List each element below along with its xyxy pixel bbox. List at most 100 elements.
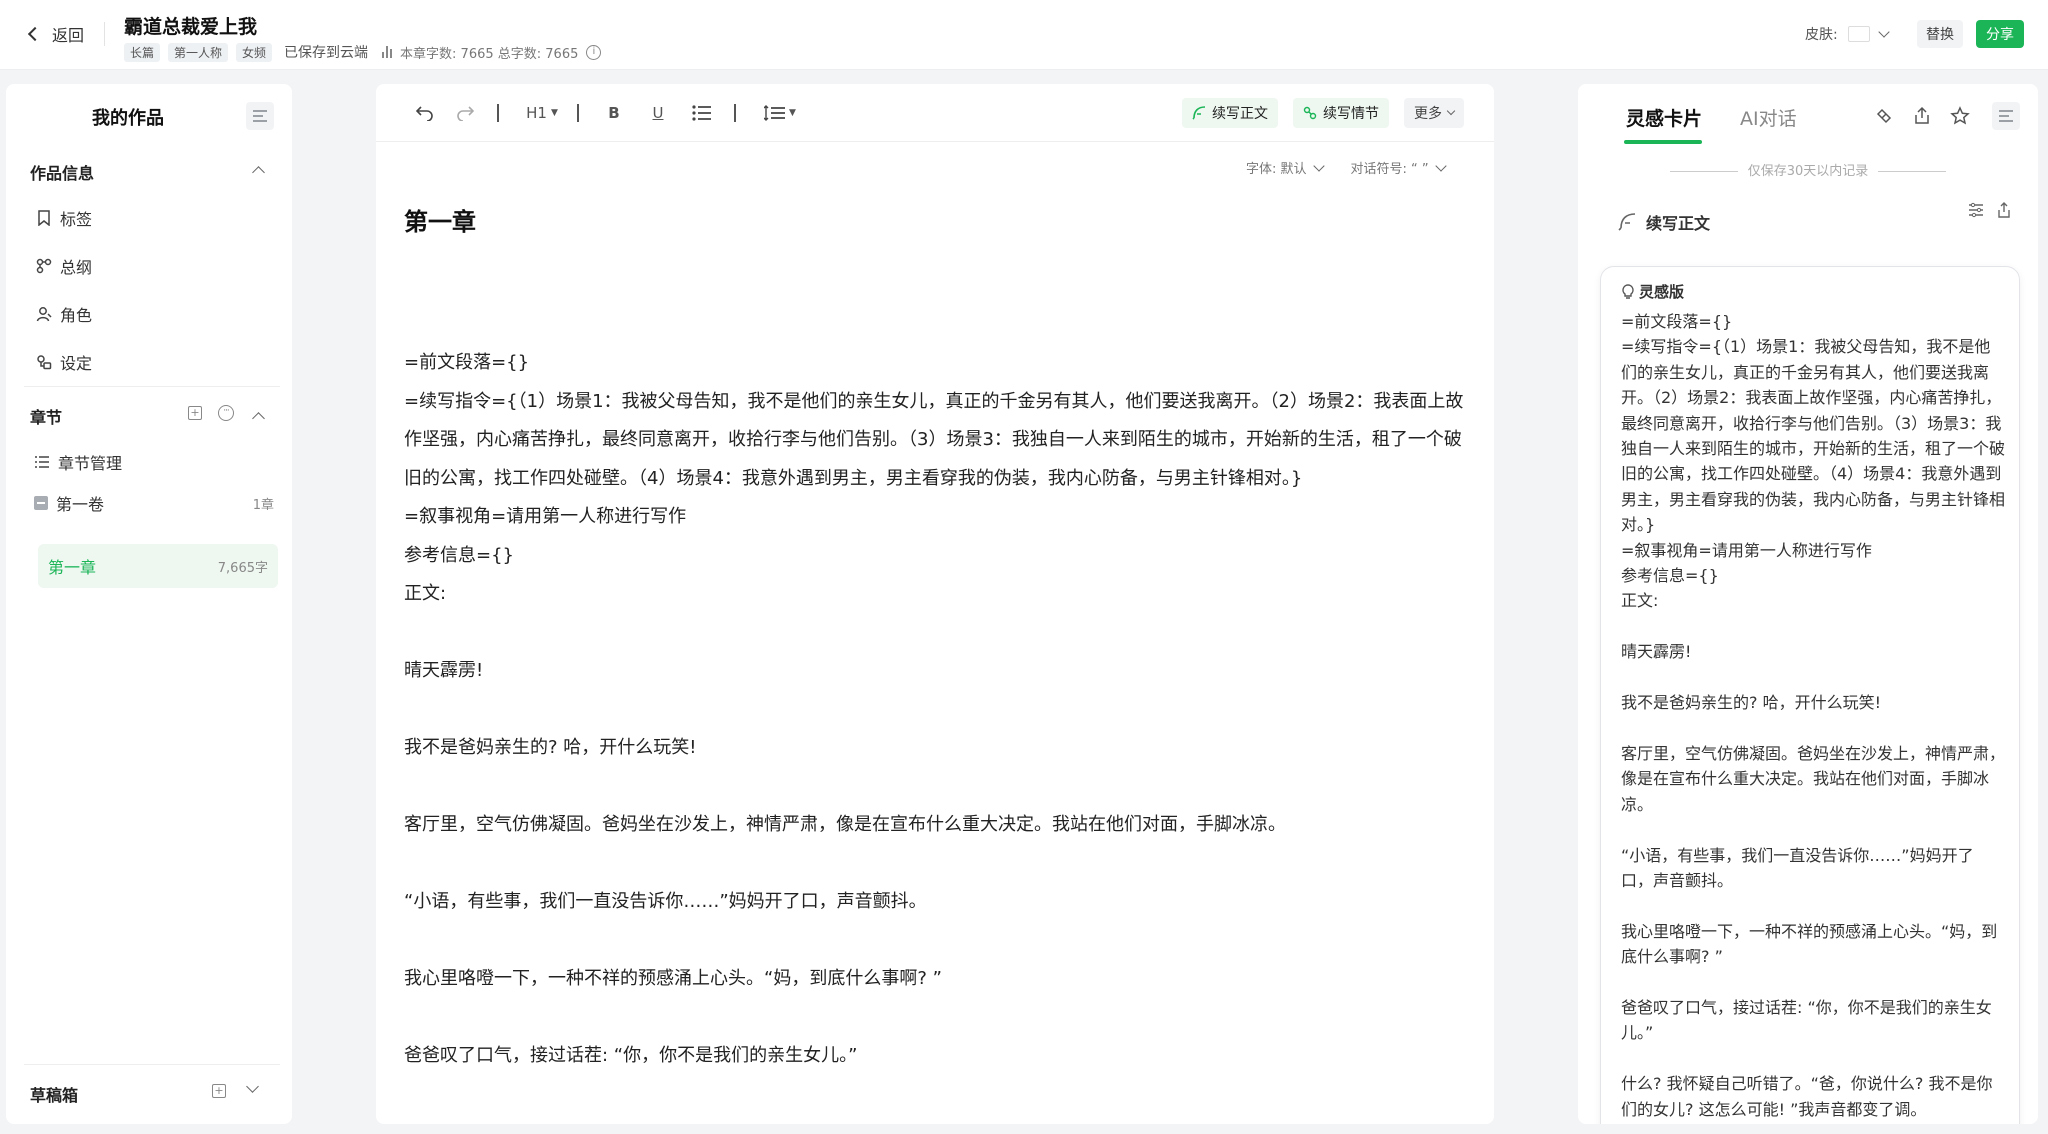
sidebar-item-label: 总纲 bbox=[60, 258, 93, 277]
bar-chart-icon bbox=[382, 46, 393, 58]
back-button[interactable]: 返回 bbox=[27, 22, 84, 46]
heading-dropdown[interactable]: H1 ▼ bbox=[522, 102, 562, 124]
chevron-up-icon[interactable] bbox=[252, 412, 265, 425]
body-paragraph bbox=[404, 768, 1466, 807]
body-paragraph: =叙事视角=请用第一人称进行写作 bbox=[404, 506, 687, 527]
undo-icon[interactable] bbox=[414, 102, 436, 124]
right-panel: 灵感卡片 AI对话 仅保存30天以内记录 续写正文 灵感版 =前文段落={} =续… bbox=[1578, 84, 2038, 1124]
toolbar-separator bbox=[497, 104, 499, 122]
card-paragraph bbox=[1621, 817, 2005, 842]
tab-ai-chat[interactable]: AI对话 bbox=[1740, 104, 1797, 131]
card-paragraph bbox=[1621, 716, 2005, 741]
line-spacing-dropdown[interactable]: ▼ bbox=[760, 102, 800, 124]
sidebar-item-label: 角色 bbox=[60, 306, 93, 325]
card-paragraph bbox=[1621, 970, 2005, 995]
chevron-down-icon bbox=[1312, 159, 1325, 172]
chapter-word-count: 7,665字 bbox=[217, 560, 268, 576]
inspiration-card[interactable]: 灵感版 =前文段落={} =续写指令={（1）场景1：我被父母告知，我不是他们的亲… bbox=[1600, 266, 2020, 1124]
sidebar-item-label: 标签 bbox=[60, 210, 93, 229]
body-paragraph: =前文段落={} bbox=[404, 352, 530, 373]
setting-icon bbox=[36, 354, 52, 370]
left-sidebar: 我的作品 作品信息 标签 总纲 角色 设定 章节 + ··· 章节管理 第一卷 … bbox=[6, 84, 292, 1124]
feather-icon bbox=[1192, 106, 1206, 120]
filter-icon[interactable] bbox=[1968, 202, 1984, 218]
chapter-manage-label: 章节管理 bbox=[58, 454, 123, 473]
replace-button[interactable]: 替换 bbox=[1917, 20, 1963, 48]
skin-swatch bbox=[1847, 26, 1870, 42]
card-paragraph: 参考信息={} bbox=[1621, 566, 1719, 586]
bookmark-icon bbox=[36, 210, 52, 226]
bold-button[interactable]: B bbox=[604, 102, 624, 124]
sidebar-item-label: 设定 bbox=[60, 354, 93, 373]
volume-chapter-count: 1章 bbox=[252, 497, 274, 513]
export-icon[interactable] bbox=[1912, 106, 1932, 126]
more-options-icon[interactable]: ··· bbox=[218, 405, 234, 421]
quote-style-selector[interactable]: 对话符号: “ ” bbox=[1351, 158, 1447, 177]
sidebar-item-characters[interactable]: 角色 bbox=[36, 300, 92, 328]
skin-label: 皮肤: bbox=[1805, 27, 1838, 43]
card-paragraph: 什么? 我怀疑自己听错了。“爸，你说什么? 我不是你们的女儿? 这怎么可能! ”… bbox=[1621, 1074, 1993, 1119]
caret-down-icon: ▼ bbox=[789, 108, 796, 118]
body-paragraph bbox=[404, 845, 1466, 884]
body-paragraph bbox=[404, 691, 1466, 730]
chevron-down-icon bbox=[1446, 106, 1456, 116]
underline-button[interactable]: U bbox=[648, 102, 668, 124]
tab-inspiration-cards[interactable]: 灵感卡片 bbox=[1626, 104, 1702, 131]
card-paragraph: =前文段落={} bbox=[1621, 312, 1733, 331]
more-label: 更多 bbox=[1414, 106, 1442, 122]
volume-row[interactable]: 第一卷 1章 bbox=[34, 490, 274, 516]
drafts-heading[interactable]: 草稿箱 bbox=[30, 1082, 78, 1106]
body-paragraph: 我心里咯噔一下，一种不祥的预感涌上心头。“妈，到底什么事啊? ” bbox=[404, 968, 942, 989]
collapse-sidebar-button[interactable] bbox=[246, 102, 274, 130]
body-paragraph bbox=[404, 922, 1466, 961]
collapse-panel-button[interactable] bbox=[1992, 102, 2020, 130]
continue-text-button[interactable]: 续写正文 bbox=[1182, 98, 1278, 128]
share-button[interactable]: 分享 bbox=[1976, 20, 2024, 48]
chevron-up-icon[interactable] bbox=[252, 166, 265, 179]
font-label: 字体: 默认 bbox=[1246, 162, 1307, 177]
star-icon[interactable] bbox=[1950, 106, 1970, 126]
chapter-item-active[interactable]: 第一章 7,665字 bbox=[38, 544, 278, 588]
card-paragraph: =续写指令={（1）场景1：我被父母告知，我不是他们的亲生女儿，真正的千金另有其… bbox=[1621, 337, 2006, 535]
genre-tag-length: 长篇 bbox=[124, 42, 161, 62]
lightbulb-icon bbox=[1622, 283, 1634, 299]
retention-note: 仅保存30天以内记录 bbox=[1578, 160, 2038, 179]
list-icon bbox=[34, 454, 50, 470]
collapse-volume-icon[interactable] bbox=[34, 496, 48, 510]
body-paragraph: 我不是爸妈亲生的? 哈，开什么玩笑! bbox=[404, 737, 697, 758]
info-icon[interactable]: i bbox=[586, 44, 602, 60]
continue-text-label: 续写正文 bbox=[1212, 106, 1268, 122]
card-paragraph: 客厅里，空气仿佛凝固。爸妈坐在沙发上，神情严肃，像是在宣布什么重大决定。我站在他… bbox=[1621, 743, 2006, 814]
card-paragraph bbox=[1621, 665, 2005, 690]
chapter-body-text[interactable]: =前文段落={} =续写指令={（1）场景1：我被父母告知，我不是他们的亲生女儿，… bbox=[404, 344, 1466, 1076]
outline-icon bbox=[36, 258, 52, 274]
body-paragraph bbox=[404, 999, 1466, 1038]
add-chapter-icon[interactable]: + bbox=[188, 406, 202, 420]
sidebar-item-settings[interactable]: 设定 bbox=[36, 348, 92, 376]
skin-selector[interactable]: 皮肤: bbox=[1805, 24, 1890, 44]
more-button[interactable]: 更多 bbox=[1404, 98, 1464, 128]
body-paragraph: 客厅里，空气仿佛凝固。爸妈坐在沙发上，神情严肃，像是在宣布什么重大决定。我站在他… bbox=[404, 814, 1286, 835]
chevron-left-icon bbox=[27, 26, 43, 42]
body-paragraph: 正文: bbox=[404, 583, 447, 604]
chevron-down-icon[interactable] bbox=[246, 1080, 259, 1093]
continue-plot-button[interactable]: 续写情节 bbox=[1293, 98, 1389, 128]
divider bbox=[24, 386, 280, 387]
body-paragraph: =续写指令={（1）场景1：我被父母告知，我不是他们的亲生女儿，真正的千金另有其… bbox=[404, 390, 1464, 489]
bullet-list-icon[interactable] bbox=[690, 102, 714, 124]
sidebar-item-outline[interactable]: 总纲 bbox=[36, 252, 92, 280]
font-selector[interactable]: 字体: 默认 bbox=[1246, 158, 1325, 177]
card-paragraph: “小语，有些事，我们一直没告诉你……”妈妈开了口，声音颤抖。 bbox=[1621, 845, 1974, 890]
chapter-manage-button[interactable]: 章节管理 bbox=[34, 448, 122, 476]
add-draft-icon[interactable]: + bbox=[212, 1084, 226, 1098]
chevron-down-icon bbox=[1878, 26, 1890, 38]
sidebar-item-tags[interactable]: 标签 bbox=[36, 204, 92, 232]
genre-tag-audience: 女频 bbox=[236, 42, 273, 62]
chapter-title[interactable]: 第一章 bbox=[404, 202, 476, 237]
link-icon[interactable] bbox=[1874, 106, 1894, 126]
card-paragraph bbox=[1621, 893, 2005, 918]
save-status: 已保存到云端 bbox=[284, 45, 369, 61]
export-icon[interactable] bbox=[1996, 202, 2012, 218]
header-divider bbox=[104, 22, 105, 46]
redo-icon[interactable] bbox=[454, 102, 476, 124]
